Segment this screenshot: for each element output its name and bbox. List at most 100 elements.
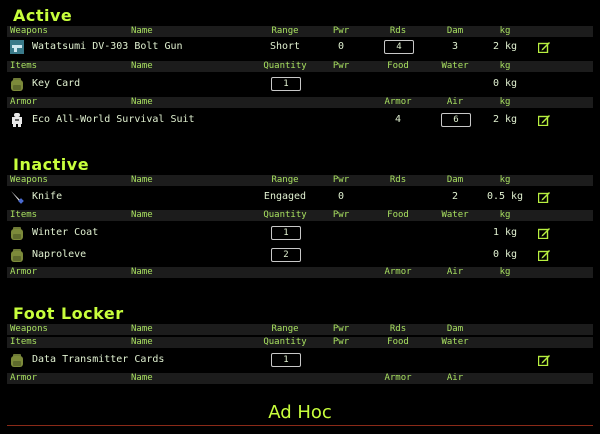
item-row[interactable]: Key Card 1 0 kg [7, 74, 593, 94]
rounds-field[interactable]: 4 [384, 40, 414, 54]
header-armor: Armor [384, 267, 412, 277]
header-water: Water [441, 337, 469, 347]
item-kg: 0 kg [492, 78, 518, 89]
header-range: Range [271, 26, 299, 36]
header-food: Food [387, 210, 409, 220]
weapon-row[interactable]: Knife Engaged 0 2 0.5 kg [7, 187, 593, 207]
header-armor: Armor [384, 373, 412, 383]
edit-icon[interactable] [538, 227, 550, 239]
edit-icon[interactable] [538, 249, 550, 261]
header-name: Name [131, 97, 153, 107]
header-kg: kg [499, 267, 511, 277]
header-air: Air [446, 267, 464, 277]
header-pwr: Pwr [332, 61, 350, 71]
items-header: Items Name Quantity Pwr Food Water kg [7, 210, 593, 221]
edit-icon[interactable] [538, 354, 550, 366]
header-name: Name [131, 210, 153, 220]
weapon-dam: 2 [451, 191, 459, 202]
edit-icon[interactable] [538, 114, 550, 126]
header-range: Range [271, 324, 299, 334]
edit-icon[interactable] [538, 41, 550, 53]
header-rds: Rds [389, 324, 407, 334]
header-water: Water [441, 210, 469, 220]
weapon-name: Knife [32, 191, 63, 202]
header-air: Air [446, 97, 464, 107]
armor-header: Armor Name Armor Air kg [7, 97, 593, 108]
header-category: Armor [10, 97, 38, 107]
armor-header: Armor Name Armor Air kg [7, 267, 593, 278]
header-armor: Armor [384, 97, 412, 107]
item-row[interactable]: Winter Coat 1 1 kg [7, 223, 593, 243]
armor-value: 4 [394, 114, 402, 125]
backpack-icon [11, 227, 23, 240]
header-kg: kg [499, 26, 511, 36]
header-kg: kg [499, 61, 511, 71]
divider [7, 425, 593, 426]
item-row[interactable]: Data Transmitter Cards 1 [7, 350, 593, 370]
edit-icon[interactable] [538, 191, 550, 203]
quantity-field[interactable]: 1 [271, 353, 301, 367]
weapon-kg: 2 kg [492, 41, 518, 52]
item-kg: 1 kg [492, 227, 518, 238]
weapons-header: Weapons Name Range Pwr Rds Dam kg [7, 26, 593, 37]
item-row[interactable]: Naproleve 2 0 kg [7, 245, 593, 265]
header-pwr: Pwr [332, 337, 350, 347]
item-name: Data Transmitter Cards [32, 354, 165, 365]
header-quantity: Quantity [263, 337, 307, 347]
section-title-foot-locker: Foot Locker [13, 304, 124, 323]
header-air: Air [446, 373, 464, 383]
items-header: Items Name Quantity Pwr Food Water [7, 337, 593, 348]
header-name: Name [131, 324, 153, 334]
header-kg: kg [499, 175, 511, 185]
header-dam: Dam [446, 175, 464, 185]
quantity-field[interactable]: 1 [271, 77, 301, 91]
header-name: Name [131, 267, 153, 277]
header-category: Weapons [10, 324, 48, 334]
suit-icon [12, 113, 22, 127]
backpack-icon [11, 78, 23, 91]
header-rds: Rds [389, 26, 407, 36]
backpack-icon [11, 249, 23, 262]
backpack-icon [11, 354, 23, 367]
header-pwr: Pwr [332, 26, 350, 36]
item-name: Naproleve [32, 249, 87, 260]
header-category: Items [10, 337, 38, 347]
air-field[interactable]: 6 [441, 113, 471, 127]
items-header: Items Name Quantity Pwr Food Water kg [7, 61, 593, 72]
gun-icon [10, 40, 24, 54]
header-dam: Dam [446, 324, 464, 334]
weapon-pwr: 0 [337, 41, 345, 52]
weapon-row[interactable]: Watatsumi DV-303 Bolt Gun Short 0 4 3 2 … [7, 37, 593, 57]
armor-header: Armor Name Armor Air [7, 373, 593, 384]
quantity-field[interactable]: 2 [271, 248, 301, 262]
header-category: Weapons [10, 26, 48, 36]
quantity-field[interactable]: 1 [271, 226, 301, 240]
armor-kg: 2 kg [492, 114, 518, 125]
header-dam: Dam [446, 26, 464, 36]
header-name: Name [131, 26, 153, 36]
item-name: Key Card [32, 78, 81, 89]
weapon-kg: 0.5 kg [486, 191, 524, 202]
section-title-inactive: Inactive [13, 155, 90, 174]
weapons-header: Weapons Name Range Pwr Rds Dam [7, 324, 593, 335]
header-pwr: Pwr [332, 175, 350, 185]
header-name: Name [131, 337, 153, 347]
header-rds: Rds [389, 175, 407, 185]
item-name: Winter Coat [32, 227, 99, 238]
armor-row[interactable]: Eco All-World Survival Suit 4 6 2 kg [7, 110, 593, 130]
header-category: Armor [10, 267, 38, 277]
header-kg: kg [499, 210, 511, 220]
header-category: Items [10, 61, 38, 71]
weapon-pwr: 0 [337, 191, 345, 202]
header-name: Name [131, 175, 153, 185]
header-name: Name [131, 373, 153, 383]
weapon-range: Short [269, 41, 301, 52]
header-kg: kg [499, 97, 511, 107]
header-pwr: Pwr [332, 324, 350, 334]
header-quantity: Quantity [263, 210, 307, 220]
section-title-ad-hoc: Ad Hoc [268, 402, 332, 423]
weapon-dam: 3 [451, 41, 459, 52]
weapon-range: Engaged [263, 191, 307, 202]
header-water: Water [441, 61, 469, 71]
header-name: Name [131, 61, 153, 71]
